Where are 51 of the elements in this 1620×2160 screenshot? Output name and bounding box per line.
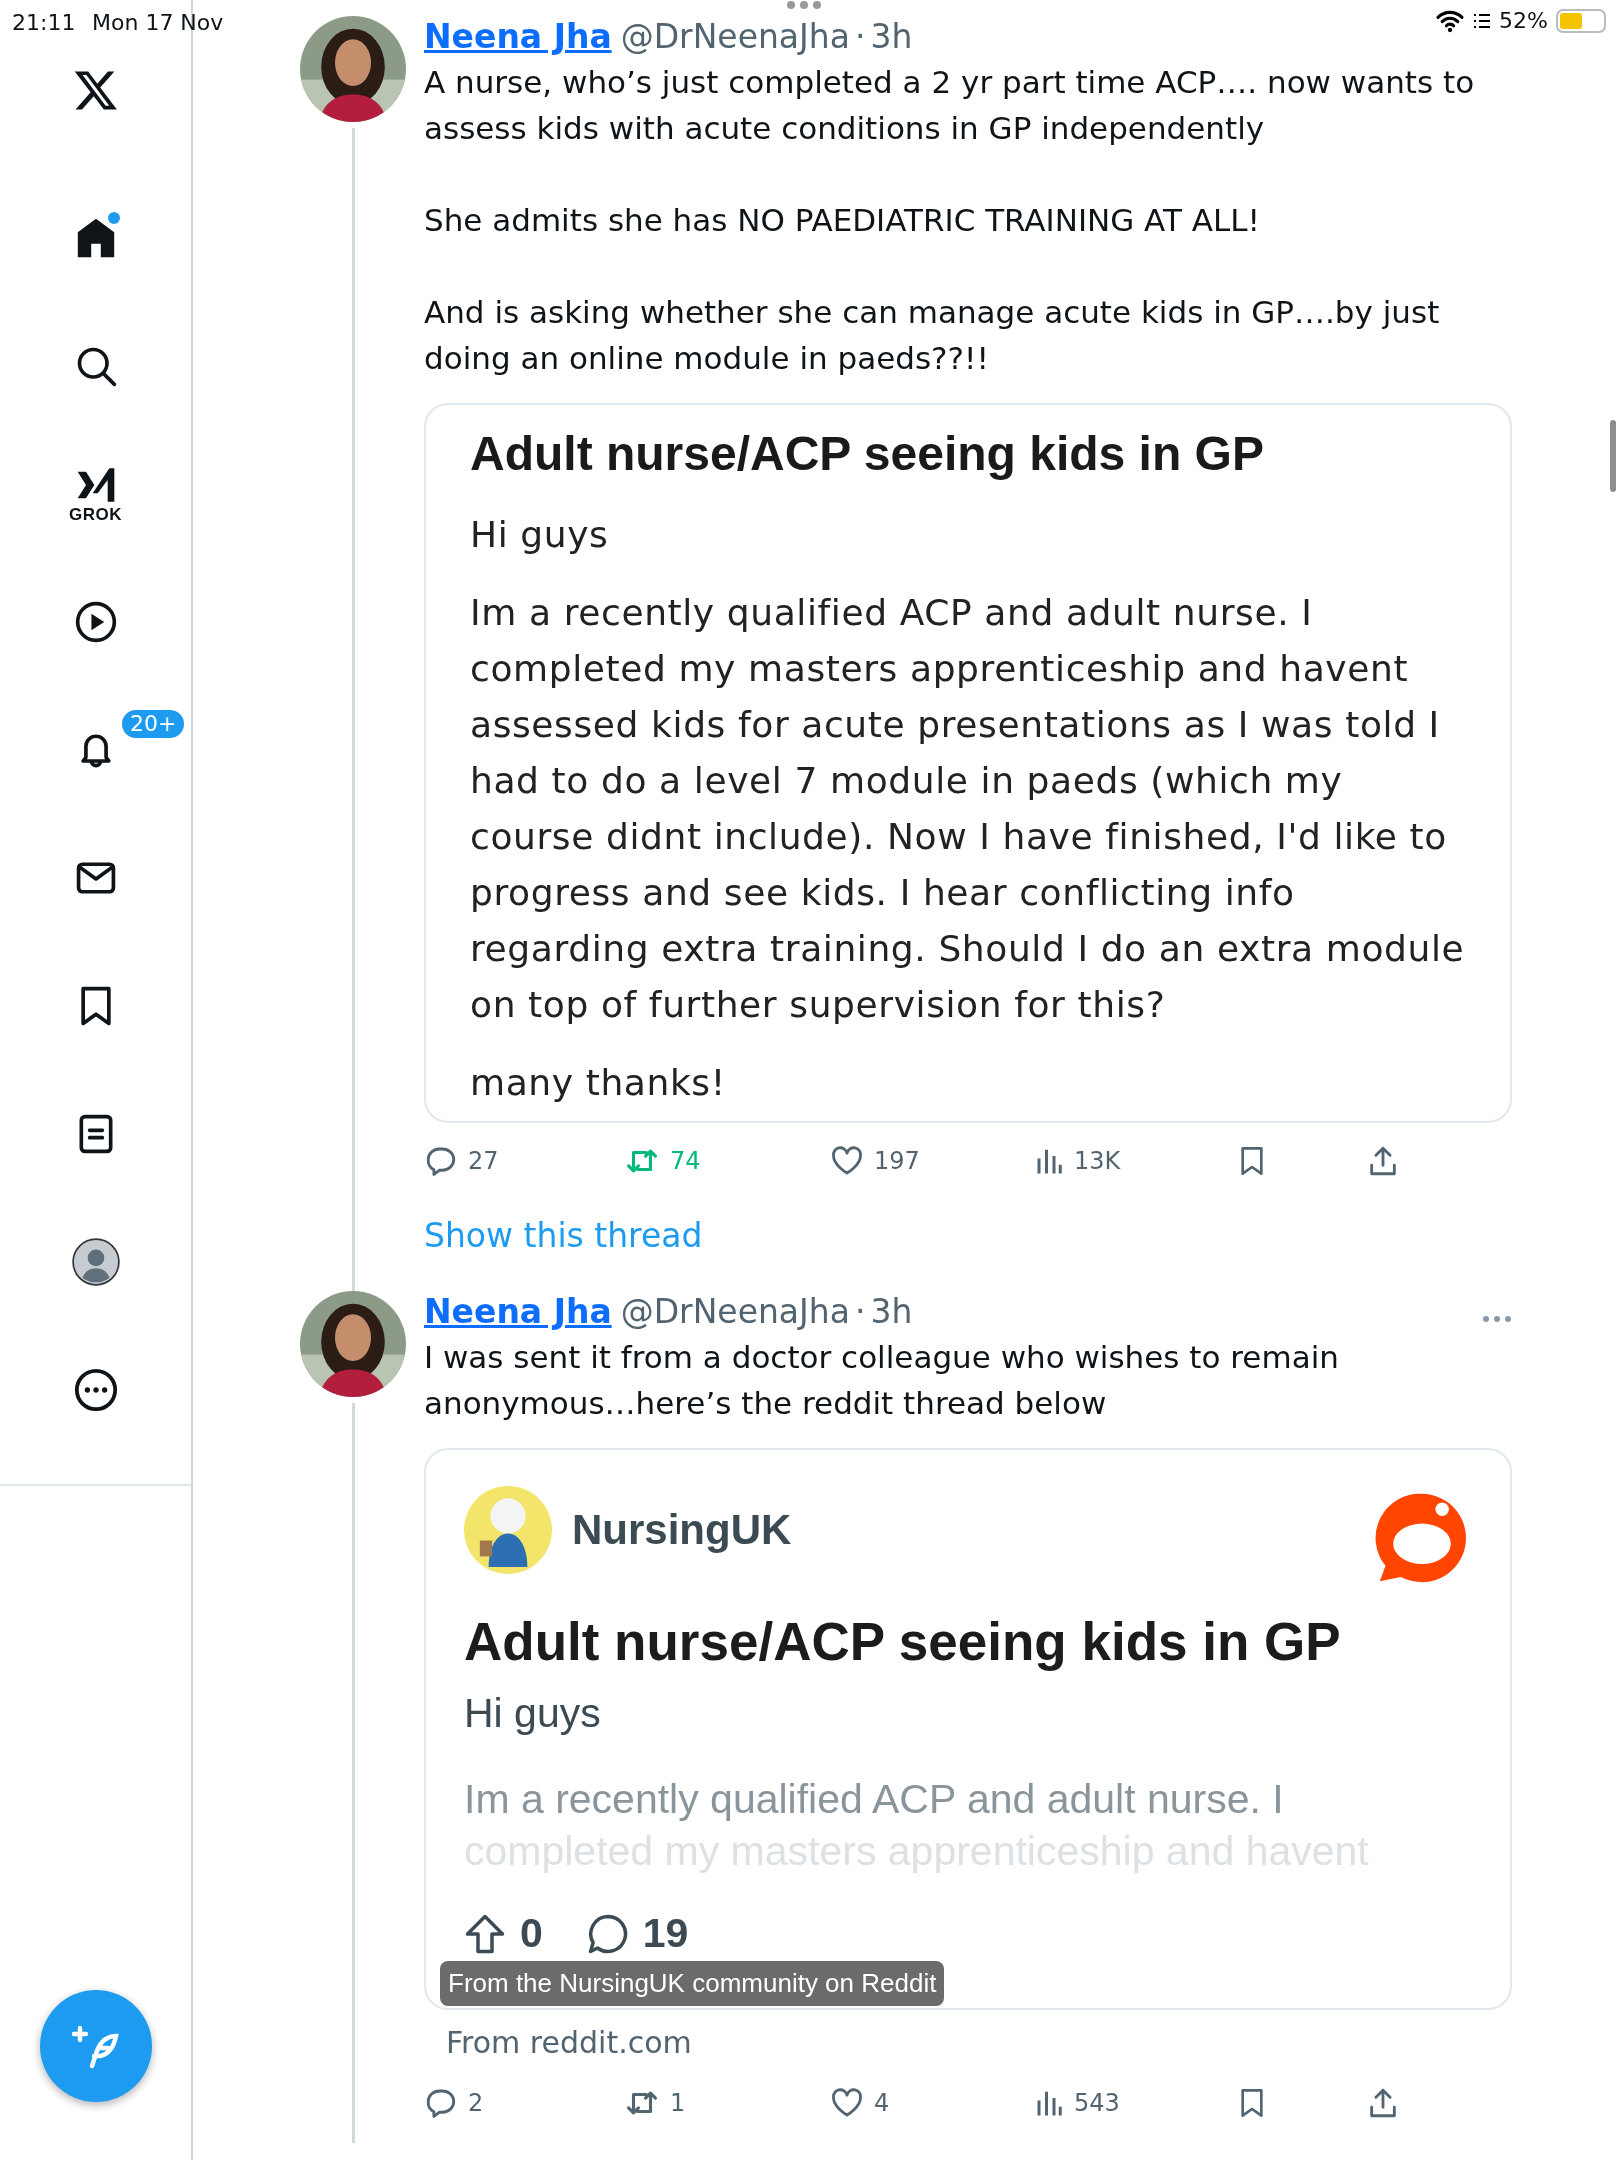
separator-dot: · — [854, 1290, 866, 1333]
tooltip: From the NursingUK community on Reddit — [440, 1961, 945, 2007]
comment-icon — [586, 1912, 629, 1955]
wifi-icon — [1435, 8, 1466, 33]
upvote-count: 0 — [520, 1908, 543, 1958]
multitask-dots-icon — [786, 0, 822, 10]
battery-percent: 52% — [1499, 7, 1548, 35]
reply-button[interactable]: 27 — [424, 1143, 624, 1180]
preview-text: Im a recently qualified ACP and adult nurse. I — [464, 1774, 1285, 1824]
more-icon[interactable] — [1482, 1315, 1512, 1324]
views-button[interactable]: 13K — [1034, 1143, 1236, 1180]
post-time: 3h — [870, 1290, 913, 1333]
author-handle: @DrNeenaJha — [620, 1290, 850, 1333]
comment-count: 19 — [642, 1908, 689, 1958]
post-text: She admits she has NO PAEDIATRIC TRAINING AT ALL! — [424, 200, 1261, 240]
like-button[interactable]: 4 — [830, 2085, 1034, 2122]
post-text: A nurse, who’s just completed a 2 yr part time ACP…. now wants to assess kids with acute conditions in GP independently — [424, 62, 1476, 148]
author-name[interactable]: Neena Jha — [424, 16, 612, 59]
status-time: 21:11 — [12, 9, 76, 37]
repost-button[interactable]: 1 — [624, 2085, 830, 2122]
views-button[interactable]: 543 — [1034, 2085, 1236, 2122]
profile-icon — [70, 1237, 121, 1287]
author-name[interactable]: Neena Jha — [424, 1290, 612, 1334]
profile-tab[interactable] — [70, 1237, 121, 1287]
list-icon — [1473, 11, 1492, 30]
scrollbar[interactable] — [1610, 420, 1616, 492]
post-text: Hi guys — [464, 1689, 602, 1739]
post-text: And is asking whether she can manage acute kids in GP….by just doing an online module in paeds??!! — [424, 292, 1441, 378]
compose-button[interactable] — [40, 1990, 152, 2102]
link-title: Adult nurse/ACP seeing kids in GP — [464, 1610, 1342, 1673]
post-text: many thanks! — [470, 1061, 727, 1106]
post-text: I was sent it from a doctor colleague who wishes to remain anonymous…here’s the reddit thread below — [424, 1337, 1340, 1423]
post-time: 3h — [870, 16, 913, 58]
notification-count: 20+ — [120, 708, 187, 741]
reply-button[interactable]: 2 — [424, 2085, 624, 2122]
grok-tab[interactable]: GROK — [69, 465, 122, 523]
more-icon — [72, 1367, 119, 1413]
battery-icon — [1556, 8, 1606, 33]
grok-logo-icon — [75, 465, 116, 504]
like-button[interactable]: 197 — [830, 1143, 1034, 1180]
source-text: From reddit.com — [446, 2024, 693, 2063]
separator-dot: · — [854, 16, 866, 58]
play-icon — [73, 600, 118, 644]
author-handle: @DrNeenaJha — [620, 16, 850, 58]
status-date: Mon 17 Nov — [92, 9, 224, 37]
community-name: NursingUK — [572, 1505, 792, 1556]
post-text: Im a recently qualified ACP and adult nurse. I completed my masters apprenticeship and havent assessed kids for acute presentations as I was told I had to do a level 7 module in paeds (which my course didnt include). Now I have finished, I'd like to progress and see kids. I hear conflicting info regarding extra training. Should I do an extra module on top of further supervision for this? — [470, 591, 1466, 1028]
video-tab[interactable] — [73, 600, 118, 644]
post-title: Adult nurse/ACP seeing kids in GP — [470, 425, 1265, 482]
post-text: Hi guys — [470, 513, 610, 558]
more-tab[interactable] — [72, 1367, 119, 1413]
